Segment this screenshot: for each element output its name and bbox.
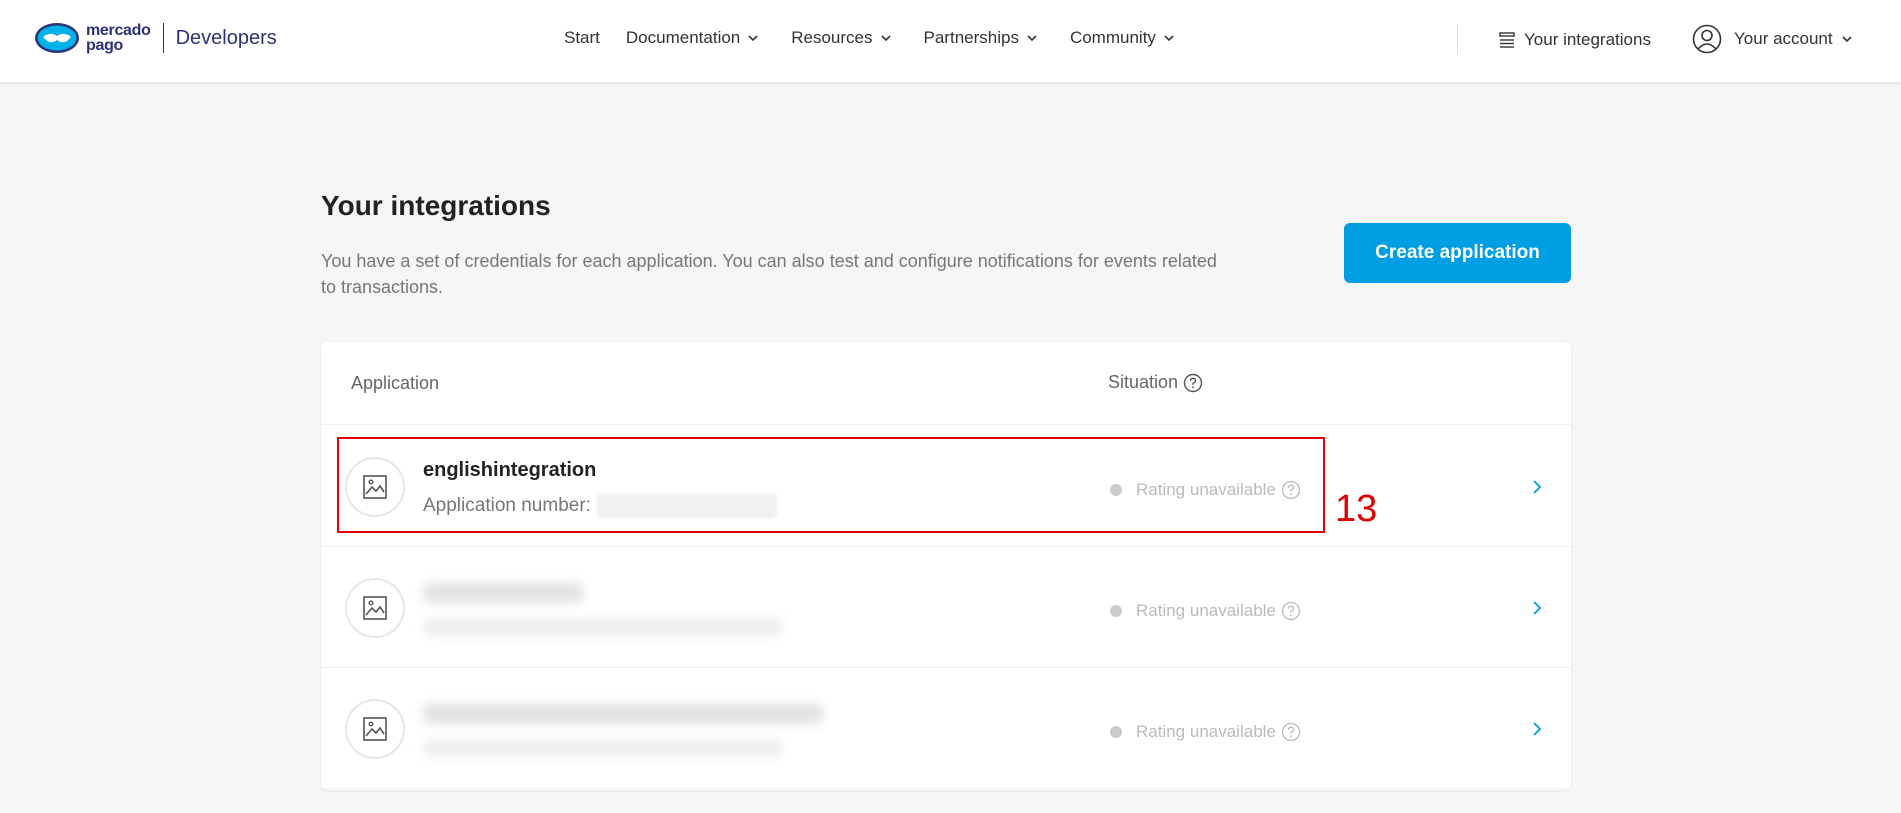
table-row[interactable]: englishintegration Application number: R… bbox=[321, 426, 1571, 547]
nav-documentation-label: Documentation bbox=[625, 28, 741, 47]
nav-resources[interactable]: Resources bbox=[791, 28, 891, 48]
image-icon bbox=[363, 596, 387, 620]
logo-developers-text: Developers bbox=[175, 26, 277, 49]
logo-word-bottom: pago bbox=[86, 37, 124, 54]
help-icon[interactable] bbox=[1281, 601, 1301, 621]
app-number: Application number: bbox=[423, 494, 777, 518]
create-application-button[interactable]: Create application bbox=[1344, 223, 1571, 283]
nav-partnerships[interactable]: Partnerships bbox=[924, 28, 1038, 48]
nav-resources-label: Resources bbox=[791, 28, 873, 47]
chevron-down-icon bbox=[1164, 35, 1174, 42]
header-divider bbox=[1457, 24, 1458, 54]
nav-partnerships-label: Partnerships bbox=[923, 28, 1019, 47]
chevron-down-icon bbox=[1027, 35, 1037, 42]
rating-status-label: Rating unavailable bbox=[1136, 480, 1276, 499]
status-dot bbox=[1110, 726, 1122, 738]
chevron-right-icon[interactable] bbox=[1530, 598, 1544, 618]
nav-start-label: Start bbox=[564, 28, 600, 47]
user-avatar-icon bbox=[1692, 24, 1722, 54]
table-row[interactable]: Rating unavailable bbox=[321, 668, 1571, 789]
page-title: Your integrations bbox=[321, 190, 551, 221]
app-image-placeholder bbox=[345, 457, 405, 517]
nav-documentation[interactable]: Documentation bbox=[626, 28, 759, 48]
annotation-label: 13 bbox=[1335, 488, 1378, 530]
list-icon bbox=[1499, 32, 1515, 48]
help-icon[interactable] bbox=[1281, 722, 1301, 742]
rating-status: Rating unavailable bbox=[1110, 480, 1301, 500]
app-image-placeholder bbox=[345, 699, 405, 759]
image-icon bbox=[363, 475, 387, 499]
nav-community-label: Community bbox=[1069, 28, 1156, 47]
chevron-right-icon[interactable] bbox=[1530, 719, 1544, 739]
redacted-app-number bbox=[423, 619, 783, 635]
app-number-label: Application number: bbox=[423, 495, 591, 516]
column-situation-label: Situation bbox=[1108, 372, 1179, 392]
redacted-app-name bbox=[423, 704, 823, 724]
redacted-app-number bbox=[423, 740, 783, 756]
table-row[interactable]: Rating unavailable bbox=[321, 547, 1571, 668]
handshake-logo-icon bbox=[35, 23, 79, 53]
rating-status-label: Rating unavailable bbox=[1136, 722, 1276, 741]
rating-status: Rating unavailable bbox=[1110, 601, 1301, 621]
your-account-menu[interactable]: Your account bbox=[1692, 24, 1853, 54]
help-icon[interactable] bbox=[1183, 373, 1203, 393]
logo-word-top: mercado bbox=[86, 22, 151, 39]
redacted-app-number bbox=[596, 494, 777, 518]
chevron-right-icon[interactable] bbox=[1530, 477, 1544, 497]
rating-status: Rating unavailable bbox=[1110, 722, 1301, 742]
redacted-app-name bbox=[423, 583, 583, 603]
app-image-placeholder bbox=[345, 578, 405, 638]
help-icon[interactable] bbox=[1281, 480, 1301, 500]
page-description: You have a set of credentials for each a… bbox=[321, 251, 1217, 297]
table-header: Application Situation bbox=[321, 342, 1571, 425]
image-icon bbox=[363, 717, 387, 741]
your-account-label: Your account bbox=[1734, 29, 1833, 48]
logo-divider bbox=[162, 23, 164, 53]
chevron-down-icon bbox=[748, 35, 758, 42]
column-application: Application bbox=[351, 373, 440, 393]
status-dot bbox=[1110, 484, 1122, 496]
nav-community[interactable]: Community bbox=[1070, 28, 1175, 48]
nav-start[interactable]: Start bbox=[564, 28, 600, 48]
chevron-down-icon bbox=[1842, 36, 1852, 43]
app-name: englishintegration bbox=[423, 459, 597, 481]
chevron-down-icon bbox=[880, 35, 891, 42]
rating-status-label: Rating unavailable bbox=[1136, 601, 1276, 620]
your-integrations-link[interactable]: Your integrations bbox=[1498, 30, 1651, 50]
main-nav: Start Documentation Resources Partnershi… bbox=[564, 28, 1207, 48]
logo-wordmark: mercado pago bbox=[86, 22, 151, 54]
column-situation: Situation bbox=[1108, 372, 1203, 393]
top-header: mercado pago Developers Start Documentat… bbox=[0, 0, 1901, 82]
applications-table: Application Situation englishintegration… bbox=[321, 342, 1571, 790]
your-integrations-label: Your integrations bbox=[1524, 30, 1651, 49]
mercadopago-developers-logo[interactable]: mercado pago Developers bbox=[34, 18, 277, 58]
status-dot bbox=[1110, 605, 1122, 617]
